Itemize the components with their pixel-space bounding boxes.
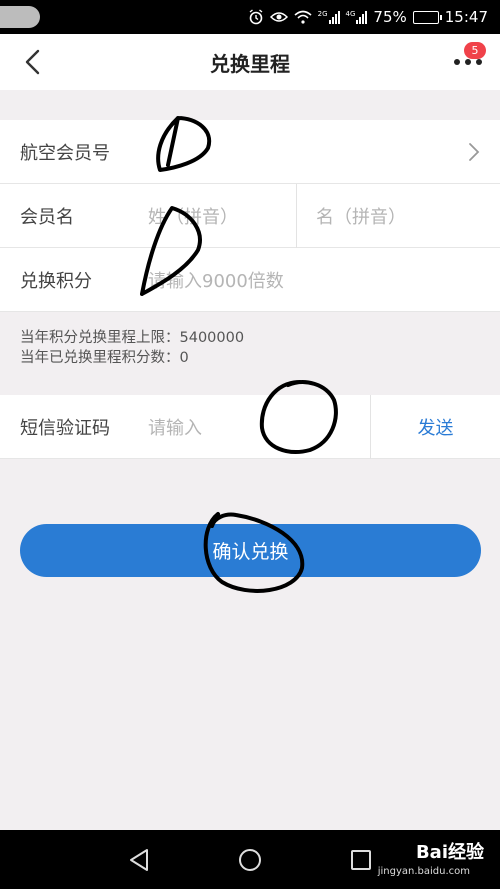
signal-2g-icon: 2G xyxy=(317,9,340,24)
watermark-site: jingyan.baidu.com xyxy=(377,866,470,877)
alarm-icon xyxy=(248,9,264,25)
back-button[interactable] xyxy=(18,48,46,76)
annual-limit-text: 当年积分兑换里程上限：5400000 xyxy=(20,330,245,346)
given-name-input[interactable]: 名（拼音） xyxy=(316,203,406,229)
eye-icon xyxy=(269,11,288,23)
points-label: 兑换积分 xyxy=(20,270,92,292)
points-input[interactable]: 请输入9000倍数 xyxy=(148,267,284,293)
nav-recents-icon[interactable] xyxy=(350,849,372,871)
status-smudge xyxy=(0,6,40,28)
battery-icon xyxy=(412,10,442,24)
points-info: 当年积分兑换里程上限：5400000 当年已兑换里程积分数：0 xyxy=(20,328,244,368)
net-4g-label: 4G xyxy=(345,9,356,18)
status-bar: 2G 4G 75% 15:47 xyxy=(0,0,500,34)
status-time: 15:47 xyxy=(444,8,488,26)
member-name-row: 会员名 姓（拼音） 名（拼音） xyxy=(0,184,500,248)
nav-home-icon[interactable] xyxy=(238,848,262,872)
surname-input[interactable]: 姓（拼音） xyxy=(148,203,238,229)
notification-badge: 5 xyxy=(464,42,486,59)
name-divider xyxy=(296,184,297,248)
member-number-label: 航空会员号 xyxy=(20,142,110,164)
signal-4g-icon: 4G xyxy=(345,9,368,24)
page-title: 兑换里程 xyxy=(210,51,290,76)
nav-header: 兑换里程 xyxy=(0,34,500,90)
sms-code-input[interactable]: 请输入 xyxy=(148,414,202,440)
chevron-right-icon xyxy=(469,143,480,161)
wifi-icon xyxy=(294,10,312,24)
confirm-exchange-button[interactable]: 确认兑换 xyxy=(20,524,481,577)
net-2g-label: 2G xyxy=(317,9,328,18)
redeemed-text: 当年已兑换里程积分数：0 xyxy=(20,350,189,366)
more-icon xyxy=(454,59,482,65)
nav-back-icon[interactable] xyxy=(128,848,150,872)
points-row: 兑换积分 请输入9000倍数 xyxy=(0,248,500,312)
battery-percent: 75% xyxy=(373,8,407,26)
watermark-brand: Bai经验 xyxy=(415,842,484,863)
back-icon xyxy=(25,49,40,75)
member-number-row[interactable]: 航空会员号 xyxy=(0,120,500,184)
member-name-label: 会员名 xyxy=(20,206,74,228)
sms-label: 短信验证码 xyxy=(20,417,110,439)
send-code-button[interactable]: 发送 xyxy=(371,395,500,459)
